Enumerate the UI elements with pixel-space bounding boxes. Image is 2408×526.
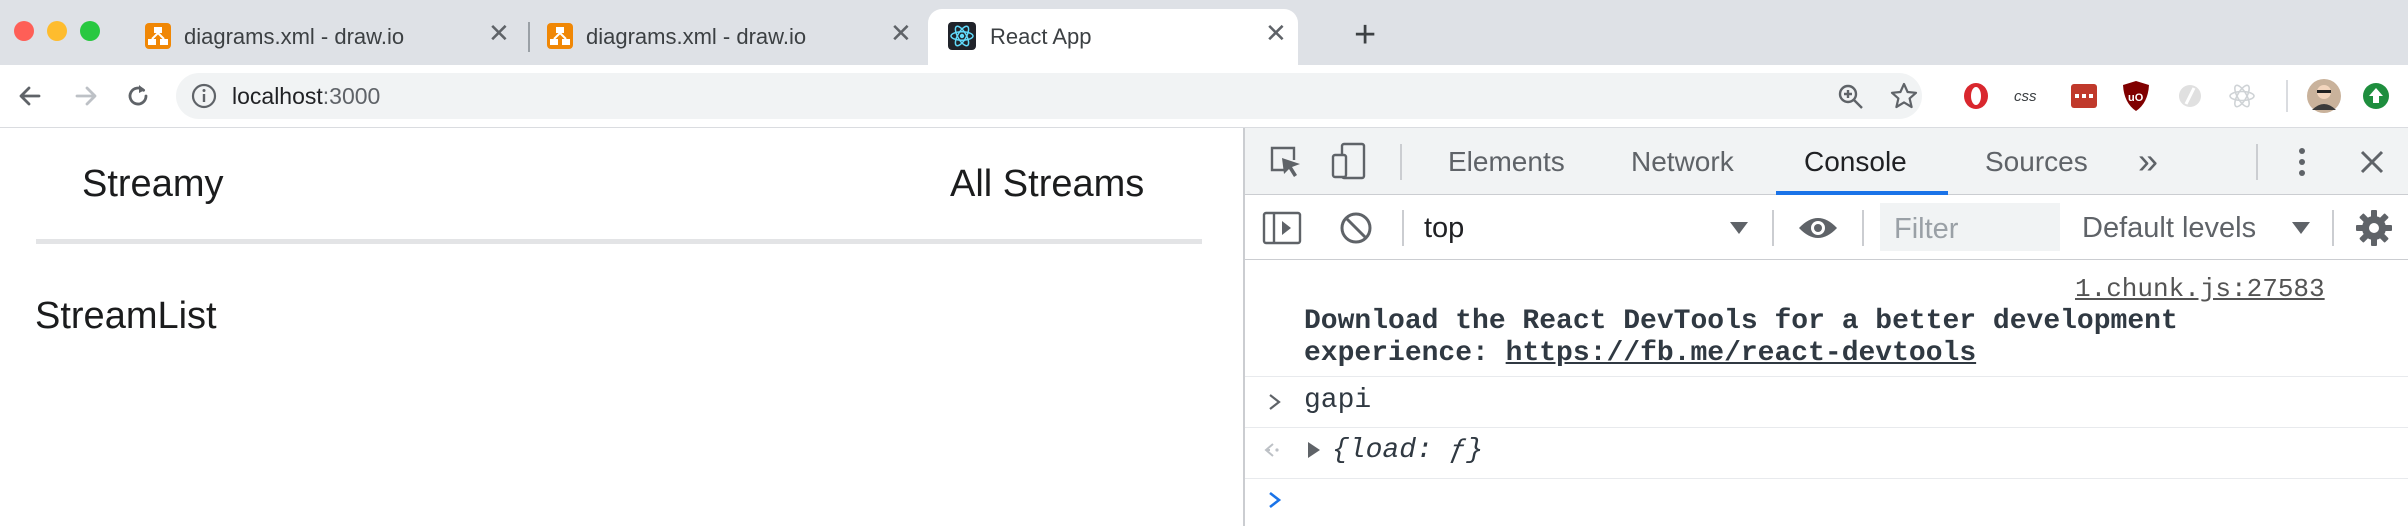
input-chevron-icon bbox=[1269, 394, 1281, 410]
zoom-icon[interactable] bbox=[1836, 82, 1866, 112]
console-filter-placeholder: Filter bbox=[1894, 213, 1959, 245]
close-devtools-icon[interactable] bbox=[2356, 146, 2388, 178]
all-streams-link[interactable]: All Streams bbox=[950, 163, 1144, 206]
log-levels-dropdown-icon[interactable] bbox=[2290, 220, 2312, 236]
console-message-text: Download the React DevTools for a better… bbox=[1304, 306, 2178, 337]
tab-separator bbox=[528, 22, 530, 52]
address-bar[interactable] bbox=[176, 73, 1922, 119]
context-dropdown-icon[interactable] bbox=[1728, 220, 1750, 236]
devtools-tab-divider bbox=[1400, 144, 1402, 180]
log-levels-dropdown[interactable]: Default levels bbox=[2082, 212, 2256, 245]
result-arrow-icon bbox=[1264, 443, 1279, 457]
console-settings-gear-icon[interactable] bbox=[2354, 208, 2394, 248]
live-expression-eye-icon[interactable] bbox=[1796, 212, 1840, 244]
opera-extension-icon[interactable] bbox=[1960, 80, 1992, 112]
context-selector[interactable]: top bbox=[1424, 212, 1464, 245]
browser-tab-2-title: diagrams.xml - draw.io bbox=[586, 24, 807, 49]
maximize-window-icon[interactable] bbox=[80, 21, 100, 41]
svg-text:css: css bbox=[2014, 88, 2037, 105]
forward-arrow-icon[interactable] bbox=[68, 78, 104, 114]
tab-console[interactable]: Console bbox=[1804, 146, 1907, 178]
console-toolbar-divider bbox=[2332, 210, 2334, 246]
react-devtools-link[interactable]: https://fb.me/react-devtools bbox=[1506, 338, 1976, 369]
browser-tab-3-title: React App bbox=[990, 24, 1092, 49]
console-source-link[interactable]: 1.chunk.js:27583 bbox=[2075, 274, 2325, 304]
console-prompt-input[interactable] bbox=[1300, 482, 2390, 522]
console-message-text-2: experience: https://fb.me/react-devtools bbox=[1304, 338, 1977, 369]
toolbar-divider bbox=[2286, 80, 2288, 112]
clear-console-icon[interactable] bbox=[1338, 210, 1374, 246]
react-devtools-extension-icon[interactable] bbox=[2226, 80, 2258, 112]
browser-tab-1-title: diagrams.xml - draw.io bbox=[184, 24, 405, 49]
browser-tab-2-close-icon[interactable]: ✕ bbox=[890, 18, 912, 48]
toolbox-extension-icon[interactable] bbox=[2068, 80, 2100, 112]
devtools-tab-divider bbox=[2256, 144, 2258, 180]
browser-tab-3-close-icon[interactable]: ✕ bbox=[1265, 18, 1287, 48]
tab-sources[interactable]: Sources bbox=[1985, 146, 2088, 178]
console-input-row bbox=[1245, 377, 2408, 428]
new-tab-button[interactable]: + bbox=[1354, 14, 1376, 57]
svg-text:uO: uO bbox=[2128, 92, 2144, 104]
ublock-extension-icon[interactable]: uO bbox=[2120, 79, 2152, 113]
more-tabs-icon[interactable]: » bbox=[2138, 140, 2158, 182]
page-heading: StreamList bbox=[35, 295, 217, 337]
react-favicon-icon bbox=[948, 22, 976, 50]
profile-avatar[interactable] bbox=[2306, 78, 2342, 114]
back-arrow-icon[interactable] bbox=[12, 78, 48, 114]
tab-elements[interactable]: Elements bbox=[1448, 146, 1565, 178]
css-extension-icon[interactable]: css bbox=[2012, 84, 2046, 108]
devtools-menu-icon[interactable] bbox=[2292, 144, 2312, 180]
drawio-favicon-icon bbox=[145, 23, 171, 49]
drawio-favicon-icon bbox=[547, 23, 573, 49]
address-text: localhost:3000 bbox=[232, 83, 381, 109]
header-divider bbox=[36, 239, 1202, 244]
console-input-command: gapi bbox=[1304, 385, 1372, 416]
tab-network[interactable]: Network bbox=[1631, 146, 1734, 178]
console-prompt-icon bbox=[1269, 491, 1282, 509]
console-toolbar-divider bbox=[1402, 210, 1404, 246]
bookmark-star-icon[interactable] bbox=[1888, 80, 1920, 112]
browser-tab-1-close-icon[interactable]: ✕ bbox=[488, 18, 510, 48]
inspect-element-icon[interactable] bbox=[1266, 142, 1304, 180]
console-toolbar-divider bbox=[1772, 210, 1774, 246]
device-toolbar-icon[interactable] bbox=[1330, 141, 1370, 181]
update-available-icon[interactable] bbox=[2360, 80, 2392, 112]
close-window-icon[interactable] bbox=[14, 21, 34, 41]
reload-icon[interactable] bbox=[120, 78, 156, 114]
browser-tab-3[interactable] bbox=[928, 9, 1298, 65]
console-toolbar-divider bbox=[1862, 210, 1864, 246]
expand-object-triangle-icon[interactable] bbox=[1306, 441, 1322, 459]
extension-disabled-icon[interactable] bbox=[2174, 80, 2206, 112]
brand-link[interactable]: Streamy bbox=[82, 163, 223, 206]
info-icon[interactable] bbox=[190, 82, 218, 110]
console-sidebar-icon[interactable] bbox=[1262, 210, 1302, 246]
console-result-object[interactable]: {load: ƒ} bbox=[1332, 435, 1483, 466]
minimize-window-icon[interactable] bbox=[47, 21, 67, 41]
